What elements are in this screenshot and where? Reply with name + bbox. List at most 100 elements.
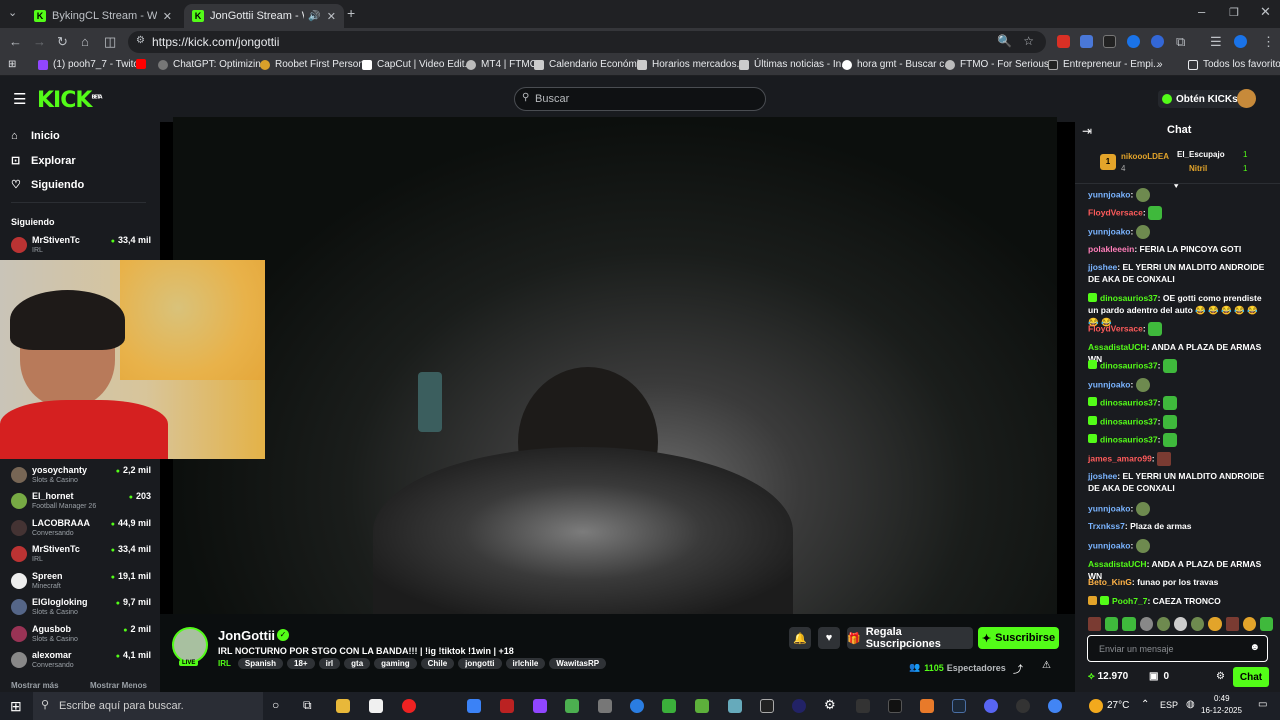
bookmark-noticias[interactable]: Últimas noticias - In... [739,59,850,70]
channel-item[interactable]: LACOBRAAA Conversando 44,9 mil [11,517,151,543]
close-tab-icon[interactable]: ✕ [327,10,336,23]
twitch-icon[interactable] [533,699,547,713]
channel-item[interactable]: El_hornet Football Manager 26 203 [11,490,151,516]
zoom-app-icon[interactable] [630,699,644,713]
opera-icon[interactable] [402,699,416,713]
network-icon[interactable]: ◍ [1186,699,1195,710]
obs-icon[interactable] [1016,699,1030,713]
gift-subs-button[interactable]: 🎁 Regala Suscripciones [847,626,973,650]
bookmark-roobet[interactable]: Roobet First Person... [260,59,372,70]
channel-item[interactable]: ElGlogloking Slots & Casino 9,7 mil [11,596,151,622]
chat-message-input[interactable]: Enviar un mensaje ☻ [1087,635,1268,662]
channel-item[interactable]: MrStivenTc IRL 33,4 mil [11,234,151,260]
tag[interactable]: irl [318,658,341,669]
extension-icon[interactable] [1057,35,1070,48]
reload-icon[interactable]: ↻ [57,34,68,50]
app-icon[interactable] [598,699,612,713]
emote-icon[interactable] [1225,617,1239,631]
collapse-chat-icon[interactable]: ⇥ [1082,124,1092,138]
extension-icon[interactable] [1151,35,1164,48]
nav-home[interactable]: ⌂ Inicio [11,130,60,142]
bookmark-chatgpt[interactable]: ChatGPT: Optimizin... [158,59,269,70]
site-info-icon[interactable]: ⚙ [136,35,145,46]
home-icon[interactable]: ⌂ [81,34,89,49]
tag[interactable]: gaming [374,658,417,669]
copilot-icon[interactable] [467,699,481,713]
all-favorites-folder[interactable]: Todos los favoritos [1188,59,1280,70]
discord-icon[interactable] [984,699,998,713]
emote-icon[interactable] [1088,617,1102,631]
bookmark-ftmo-serious[interactable]: FTMO - For Serious... [945,59,1057,70]
notepad-icon[interactable] [369,699,383,713]
minimize-icon[interactable]: – [1198,4,1205,19]
extensions-puzzle-icon[interactable]: ⧉ [1176,34,1185,50]
search-input[interactable]: ⚲ Buscar [514,87,766,111]
address-bar[interactable]: ⚙ https://kick.com/jongottii 🔍 ☆ [128,31,1046,53]
show-less-link[interactable]: Mostrar Menos [90,681,147,690]
channel-item[interactable]: alexomar Conversando 4,1 mil [11,649,151,675]
gifts-counter[interactable]: ▣ 0 [1149,671,1169,682]
tray-chevron-icon[interactable]: ⌃ [1141,699,1149,710]
channel-item[interactable]: yosoychanty Slots & Casino 2,2 mil [11,464,151,490]
tag[interactable]: gta [344,658,371,669]
emote-icon[interactable] [1173,617,1188,631]
tab-bykingcl[interactable]: K BykingCL Stream - Watch Live o ✕ [26,4,180,28]
reading-list-icon[interactable]: ☰ [1210,34,1222,50]
extension-icon[interactable] [1103,35,1116,48]
clock-time[interactable]: 0:49 [1214,694,1230,703]
notifications-button[interactable]: 🔔 [789,627,811,649]
windows-start-icon[interactable]: ⊞ [10,698,22,715]
app-icon[interactable] [565,699,579,713]
tag[interactable]: 18+ [287,658,315,669]
bookmark-youtube[interactable] [136,59,151,69]
kicks-balance[interactable]: ⟡ 12.970 [1088,671,1128,682]
cortana-icon[interactable]: ○ [272,698,279,712]
webcam-overlay[interactable] [0,260,265,459]
bookmark-capcut[interactable]: CapCut | Video Edit... [362,59,473,70]
user-avatar[interactable] [1237,89,1256,108]
channel-item[interactable]: Agusbob Slots & Casino 2 mil [11,623,151,649]
emote-icon[interactable] [1105,617,1119,631]
subscribe-button[interactable]: ✦ Suscribirse [978,627,1059,649]
minecraft-icon[interactable] [695,699,709,713]
leader-name[interactable]: nikoooLDEA [1121,152,1169,161]
emote-icon[interactable] [1191,617,1205,631]
language-indicator[interactable]: ESP [1160,700,1178,710]
app-icon[interactable] [728,699,742,713]
emote-icon[interactable] [1156,617,1170,631]
tag[interactable]: Spanish [237,658,284,669]
capcut-icon[interactable] [760,699,774,713]
hamburger-menu-icon[interactable]: ☰ [13,90,26,108]
emote-icon[interactable] [1259,617,1274,631]
close-tab-icon[interactable]: ✕ [163,10,172,23]
tag[interactable]: Chile [420,658,455,669]
tab-jongottii[interactable]: K JonGottii Stream - Watch L 🔊 ✕ [184,4,344,28]
category-link[interactable]: IRL [218,659,231,668]
emoji-picker-icon[interactable]: ☻ [1249,642,1260,653]
more-bookmarks-icon[interactable]: » [1157,59,1163,70]
app-icon[interactable] [500,699,514,713]
forward-icon[interactable]: → [33,34,46,49]
channel-name[interactable]: JonGottii [218,628,275,643]
clock-date[interactable]: 16-12-2025 [1201,706,1242,715]
bookmark-twitch[interactable]: (1) pooh7_7 - Twitch [38,59,144,70]
apps-grid-icon[interactable]: ⊞ [8,59,16,70]
video-player[interactable] [160,117,1075,617]
excel-icon[interactable] [662,699,676,713]
emote-icon[interactable] [1139,617,1153,631]
leader-name[interactable]: El_Escupajo [1177,150,1225,159]
channel-item[interactable]: MrStivenTc IRL 33,4 mil [11,543,151,569]
extension-icon[interactable] [1127,35,1140,48]
settings-gear-icon[interactable]: ⚙ [824,697,836,713]
share-icon[interactable]: ⤴ [1013,661,1023,676]
bookmark-calendario[interactable]: Calendario Económi... [534,59,647,70]
tiktok-icon[interactable] [888,699,902,713]
nav-explore[interactable]: ⊡ Explorar [11,154,76,168]
bookmark-horarios[interactable]: Horarios mercados... [637,59,745,70]
chat-settings-icon[interactable]: ⚙ [1216,671,1225,682]
app-icon[interactable] [792,699,806,713]
chat-send-button[interactable]: Chat [1233,667,1269,687]
emote-icon[interactable] [1122,617,1136,631]
bookmark-ftmo[interactable]: MT4 | FTMO [466,59,537,70]
chrome-icon[interactable] [1048,699,1062,713]
